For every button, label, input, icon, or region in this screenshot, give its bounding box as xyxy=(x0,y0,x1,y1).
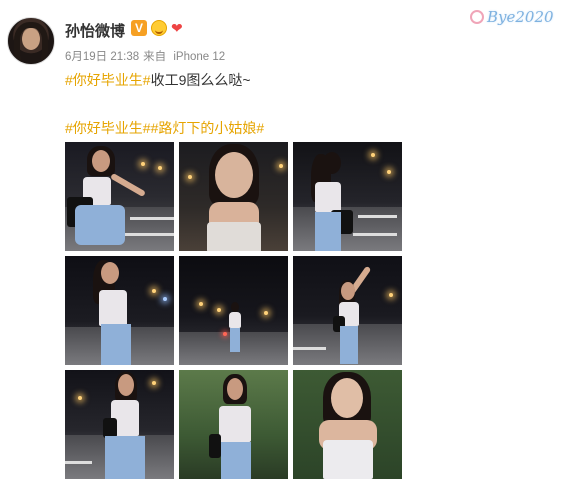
post-source[interactable]: iPhone 12 xyxy=(173,51,225,63)
photo-2[interactable] xyxy=(179,142,288,251)
photo-5[interactable] xyxy=(179,256,288,365)
username[interactable]: 孙怡微博 xyxy=(65,20,125,41)
heart-icon: ❤ xyxy=(171,20,183,36)
photo-9[interactable] xyxy=(293,370,402,479)
hashtag-graduate[interactable]: #你好毕业生# xyxy=(65,72,151,88)
post-tags: #你好毕业生##路灯下的小姑娘# xyxy=(65,118,264,138)
photo-grid xyxy=(65,142,405,479)
post-meta: 6月19日 21:38 来自 iPhone 12 xyxy=(65,48,229,64)
photo-1[interactable] xyxy=(65,142,174,251)
source-prefix: 来自 xyxy=(143,51,167,63)
face-emoji-icon xyxy=(151,20,167,36)
photo-4[interactable] xyxy=(65,256,174,365)
post-caption: 收工9图么么哒~ xyxy=(150,72,251,88)
avatar[interactable] xyxy=(7,17,55,65)
post-date[interactable]: 6月19日 21:38 xyxy=(65,51,139,63)
watermark: Bye2020 xyxy=(470,4,570,30)
user-badges: V ❤ xyxy=(131,20,183,36)
photo-7[interactable] xyxy=(65,370,174,479)
hashtag-streetlight-girl[interactable]: #路灯下的小姑娘# xyxy=(151,120,265,136)
verified-v-icon[interactable]: V xyxy=(131,20,147,36)
photo-8[interactable] xyxy=(179,370,288,479)
ring-icon xyxy=(470,10,484,24)
post-text: #你好毕业生#收工9图么么哒~ xyxy=(65,70,251,90)
photo-3[interactable] xyxy=(293,142,402,251)
hashtag-graduate-2[interactable]: #你好毕业生# xyxy=(65,120,151,136)
photo-6[interactable] xyxy=(293,256,402,365)
watermark-text: Bye2020 xyxy=(487,8,554,26)
